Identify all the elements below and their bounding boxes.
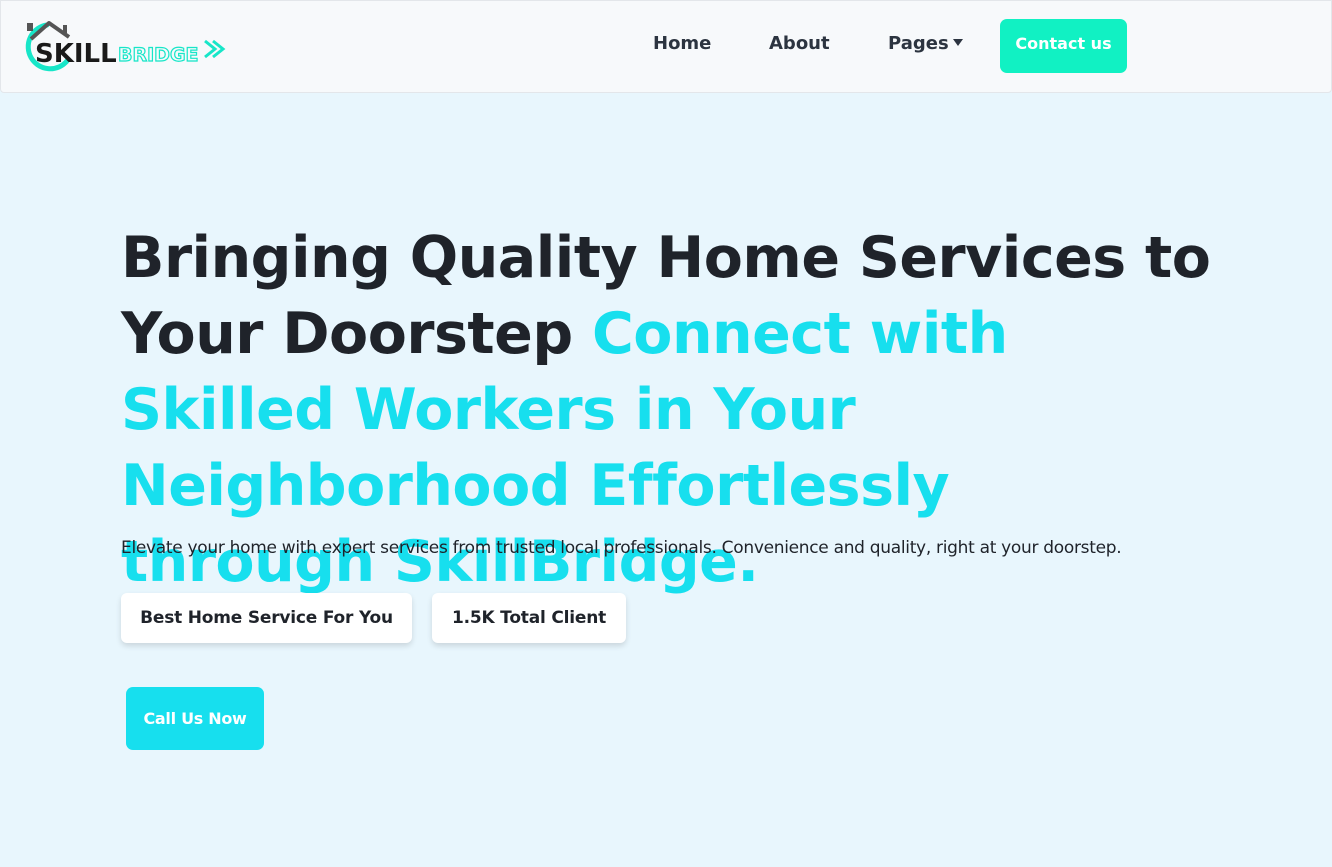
- feature-chip-total-client: 1.5K Total Client: [432, 593, 626, 643]
- nav-pages-label: Pages: [888, 33, 949, 54]
- feature-chip-best-service: Best Home Service For You: [121, 593, 412, 643]
- contact-us-button[interactable]: Contact us: [1000, 19, 1127, 73]
- nav-links: Home About Pages: [1, 1, 1332, 94]
- navbar: SKILL BRIDGE Home About Pages Contact us: [0, 0, 1332, 93]
- call-us-now-button[interactable]: Call Us Now: [126, 687, 264, 750]
- nav-about[interactable]: About: [769, 33, 830, 54]
- nav-pages-dropdown[interactable]: Pages: [888, 33, 963, 54]
- caret-down-icon: [952, 39, 963, 46]
- hero-subtitle: Elevate your home with expert services f…: [121, 538, 1122, 558]
- nav-home[interactable]: Home: [653, 33, 711, 54]
